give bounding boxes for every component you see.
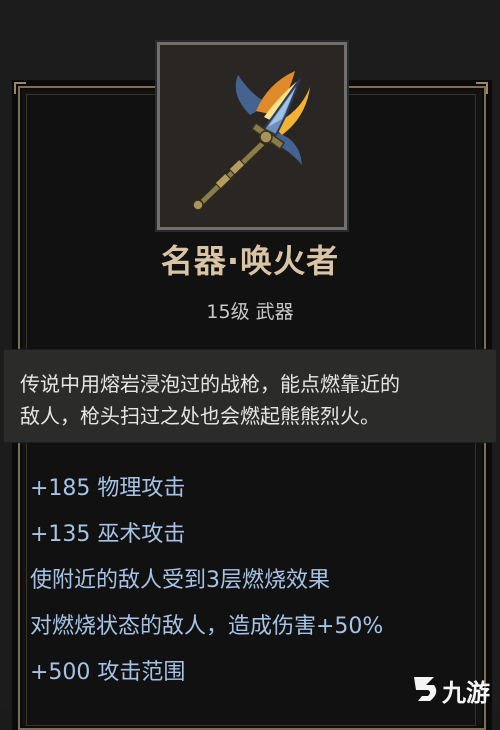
item-level-type: 15级 武器 — [206, 301, 294, 323]
item-stats-list: +185 物理攻击 +135 巫术攻击 使附近的敌人受到3层燃烧效果 对燃烧状态… — [30, 466, 490, 696]
stat-physical-attack: +185 物理攻击 — [30, 476, 186, 501]
description-line: 传说中用熔岩浸泡过的战枪，能点燃靠近的 — [20, 372, 400, 396]
stat-burn-effect: 使附近的敌人受到3层燃烧效果 — [30, 568, 330, 593]
watermark: 九游 — [408, 665, 500, 709]
item-description: 传说中用熔岩浸泡过的战枪，能点燃靠近的 敌人，枪头扫过之处也会燃起熊熊烈火。 — [20, 368, 480, 432]
jiuyou-logo-icon — [414, 677, 437, 701]
item-name: 名器·唤火者 — [160, 242, 340, 280]
card-corner-top-left — [14, 82, 26, 94]
watermark-text: 九游 — [442, 679, 490, 707]
flaming-spear-icon — [192, 71, 310, 211]
card-corner-top-right — [476, 82, 488, 94]
stat-burn-damage-bonus: 对燃烧状态的敌人，造成伤害+50% — [30, 614, 384, 639]
description-line: 敌人，枪头扫过之处也会燃起熊熊烈火。 — [20, 404, 380, 428]
stat-sorcery-attack: +135 巫术攻击 — [30, 522, 186, 547]
item-icon-slot — [157, 42, 347, 230]
